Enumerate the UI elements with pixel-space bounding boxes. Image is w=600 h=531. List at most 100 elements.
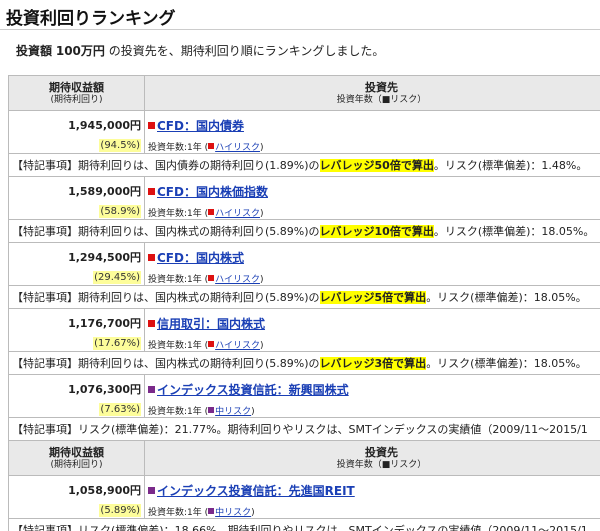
header-col1-title: 期待収益額: [49, 445, 104, 459]
header-col1-sub: (期待利回り): [50, 459, 103, 470]
intro-amount: 100万円: [55, 44, 105, 58]
note-label: 【特記事項】: [12, 357, 78, 370]
note-cell: 【特記事項】期待利回りは、国内株式の期待利回り(5.89%)のレバレッジ3倍で算…: [8, 351, 600, 375]
expected-amount: 1,076,300円: [68, 383, 141, 396]
table-row: 1,176,700円 (17.67%) 信用取引：国内株式 投資年数:1年 (ハイリス…: [8, 308, 600, 352]
risk-link[interactable]: ハイリスク: [215, 143, 260, 153]
marker-square-icon: [148, 487, 155, 494]
table-header-row: 期待収益額 (期待利回り) 投資先 投資年数（■リスク）: [8, 75, 600, 111]
header-expected-return: 期待収益額 (期待利回り): [8, 440, 145, 476]
note-row: 【特記事項】期待利回りは、国内株式の期待利回り(5.89%)のレバレッジ10倍で…: [8, 219, 600, 243]
expected-rate: (94.5%): [99, 139, 141, 152]
investment-cell: 信用取引：国内株式投資年数:1年 (ハイリスク): [144, 308, 600, 352]
investment-link[interactable]: インデックス投資信託：新興国株式: [148, 375, 600, 398]
note-highlight: レバレッジ10倍で算出: [319, 225, 434, 238]
note-label: 【特記事項】: [12, 159, 78, 172]
expected-amount: 1,058,900円: [68, 484, 141, 497]
investment-name: CFD：国内株価指数: [157, 185, 268, 199]
marker-square-icon: [148, 188, 155, 195]
risk-square-icon: [208, 341, 215, 347]
investment-years: 投資年数:1年: [148, 341, 202, 351]
note-row: 【特記事項】リスク(標準偏差)：18.66%。期待利回りやリスクは、SMTインデ…: [8, 518, 600, 531]
header-col2-title: 投資先: [365, 445, 398, 459]
header-investment: 投資先 投資年数（■リスク）: [144, 75, 600, 111]
investment-link[interactable]: インデックス投資信託：先進国REIT: [148, 476, 600, 499]
risk-link[interactable]: ハイリスク: [215, 209, 260, 219]
amount-cell: 1,058,900円 (5.89%): [8, 475, 145, 519]
investment-link[interactable]: CFD：国内株価指数: [148, 177, 600, 200]
investment-meta: 投資年数:1年 (ハイリスク): [148, 209, 264, 219]
amount-cell: 1,176,700円 (17.67%): [8, 308, 145, 352]
investment-years: 投資年数:1年: [148, 508, 202, 518]
note-highlight: レバレッジ5倍で算出: [319, 291, 427, 304]
investment-name: インデックス投資信託：先進国REIT: [157, 484, 355, 498]
marker-square-icon: [148, 254, 155, 261]
header-col1-sub: (期待利回り): [50, 94, 103, 105]
investment-link[interactable]: CFD：国内株式: [148, 243, 600, 266]
investment-meta: 投資年数:1年 (ハイリスク): [148, 341, 264, 351]
investment-meta: 投資年数:1年 (ハイリスク): [148, 143, 264, 153]
investment-years: 投資年数:1年: [148, 143, 202, 153]
note-row: 【特記事項】期待利回りは、国内株式の期待利回り(5.89%)のレバレッジ5倍で算…: [8, 285, 600, 309]
table-row: 1,058,900円 (5.89%) インデックス投資信託：先進国REIT 投資年数:…: [8, 475, 600, 519]
expected-amount: 1,294,500円: [68, 251, 141, 264]
note-label: 【特記事項】: [12, 423, 78, 436]
note-cell: 【特記事項】期待利回りは、国内債券の期待利回り(1.89%)のレバレッジ50倍で…: [8, 153, 600, 177]
expected-rate: (5.89%): [99, 504, 141, 517]
investment-name: インデックス投資信託：新興国株式: [157, 383, 349, 397]
expected-amount: 1,176,700円: [68, 317, 141, 330]
investment-name: 信用取引：国内株式: [157, 317, 266, 331]
note-text: リスク(標準偏差)：18.66%。期待利回りやリスクは、SMTインデックスの実績…: [78, 524, 588, 531]
investment-years: 投資年数:1年: [148, 275, 202, 285]
header-col1-title: 期待収益額: [49, 80, 104, 94]
investment-years: 投資年数:1年: [148, 407, 202, 417]
investment-name: CFD：国内株式: [157, 251, 244, 265]
risk-link[interactable]: ハイリスク: [215, 341, 260, 351]
risk-square-icon: [208, 508, 215, 514]
note-text-end: 。リスク(標準偏差)：18.05%。: [426, 357, 587, 370]
note-highlight: レバレッジ50倍で算出: [319, 159, 434, 172]
investment-cell: インデックス投資信託：新興国株式 投資年数:1年 (中リスク): [144, 374, 600, 418]
ranking-table: 期待収益額 (期待利回り) 投資先 投資年数（■リスク） 1,945,000円 (94.5…: [8, 75, 600, 531]
investment-link[interactable]: CFD：国内債券: [148, 111, 600, 134]
note-text: 期待利回りは、国内株式の期待利回り(5.89%)の: [78, 225, 320, 238]
expected-rate: (58.9%): [99, 205, 141, 218]
investment-cell: CFD：国内株価指数投資年数:1年 (ハイリスク): [144, 176, 600, 220]
risk-square-icon: [208, 209, 215, 215]
page: { "title": "投資利回りランキング", "intro": { "lab…: [0, 0, 600, 531]
risk-square-icon: [208, 275, 215, 281]
note-text: 期待利回りは、国内株式の期待利回り(5.89%)の: [78, 291, 320, 304]
header-col2-sub: 投資年数（■リスク）: [336, 459, 427, 470]
table-row: 1,076,300円 (7.63%) インデックス投資信託：新興国株式投資年数:1年…: [8, 374, 600, 418]
header-expected-return: 期待収益額 (期待利回り): [8, 75, 145, 111]
intro-description: の投資先を、期待利回り順にランキングしました。: [108, 44, 385, 58]
note-cell: 【特記事項】リスク(標準偏差)：18.66%。期待利回りやリスクは、SMTインデ…: [8, 518, 600, 531]
risk-square-icon: [208, 143, 215, 149]
header-col2-title: 投資先: [365, 80, 398, 94]
note-text-end: 。リスク(標準偏差)：1.48%。: [433, 159, 588, 172]
note-cell: 【特記事項】期待利回りは、国内株式の期待利回り(5.89%)のレバレッジ5倍で算…: [8, 285, 600, 309]
table-row: 1,294,500円 (29.45%) CFD：国内株式 投資年数:1年 (ハイリスク…: [8, 242, 600, 286]
investment-cell: CFD：国内債券投資年数:1年 (ハイリスク): [144, 110, 600, 154]
investment-cell: CFD：国内株式 投資年数:1年 (ハイリスク): [144, 242, 600, 286]
note-row: 【特記事項】期待利回りは、国内株式の期待利回り(5.89%)のレバレッジ3倍で算…: [8, 351, 600, 375]
page-title: 投資利回りランキング: [0, 0, 600, 30]
risk-link[interactable]: 中リスク: [215, 407, 251, 417]
header-col2-sub: 投資年数（■リスク）: [336, 94, 427, 105]
note-label: 【特記事項】: [12, 291, 78, 304]
table-header-row: 期待収益額 (期待利回り) 投資先 投資年数（■リスク）: [8, 440, 600, 476]
amount-cell: 1,076,300円 (7.63%): [8, 374, 145, 418]
risk-square-icon: [208, 407, 215, 413]
amount-cell: 1,294,500円 (29.45%): [8, 242, 145, 286]
investment-cell: インデックス投資信託：先進国REIT 投資年数:1年 (中リスク): [144, 475, 600, 519]
expected-amount: 1,589,000円: [68, 185, 141, 198]
risk-link[interactable]: 中リスク: [215, 508, 251, 518]
investment-years: 投資年数:1年: [148, 209, 202, 219]
investment-link[interactable]: 信用取引：国内株式: [148, 309, 600, 332]
note-text: リスク(標準偏差)：21.77%。期待利回りやリスクは、SMTインデックスの実績…: [78, 423, 588, 436]
investment-meta: 投資年数:1年 (中リスク): [148, 508, 255, 518]
amount-cell: 1,945,000円 (94.5%): [8, 110, 145, 154]
table-row: 1,945,000円 (94.5%) CFD：国内債券投資年数:1年 (ハイリスク): [8, 110, 600, 154]
risk-link[interactable]: ハイリスク: [215, 275, 260, 285]
amount-cell: 1,589,000円 (58.9%): [8, 176, 145, 220]
